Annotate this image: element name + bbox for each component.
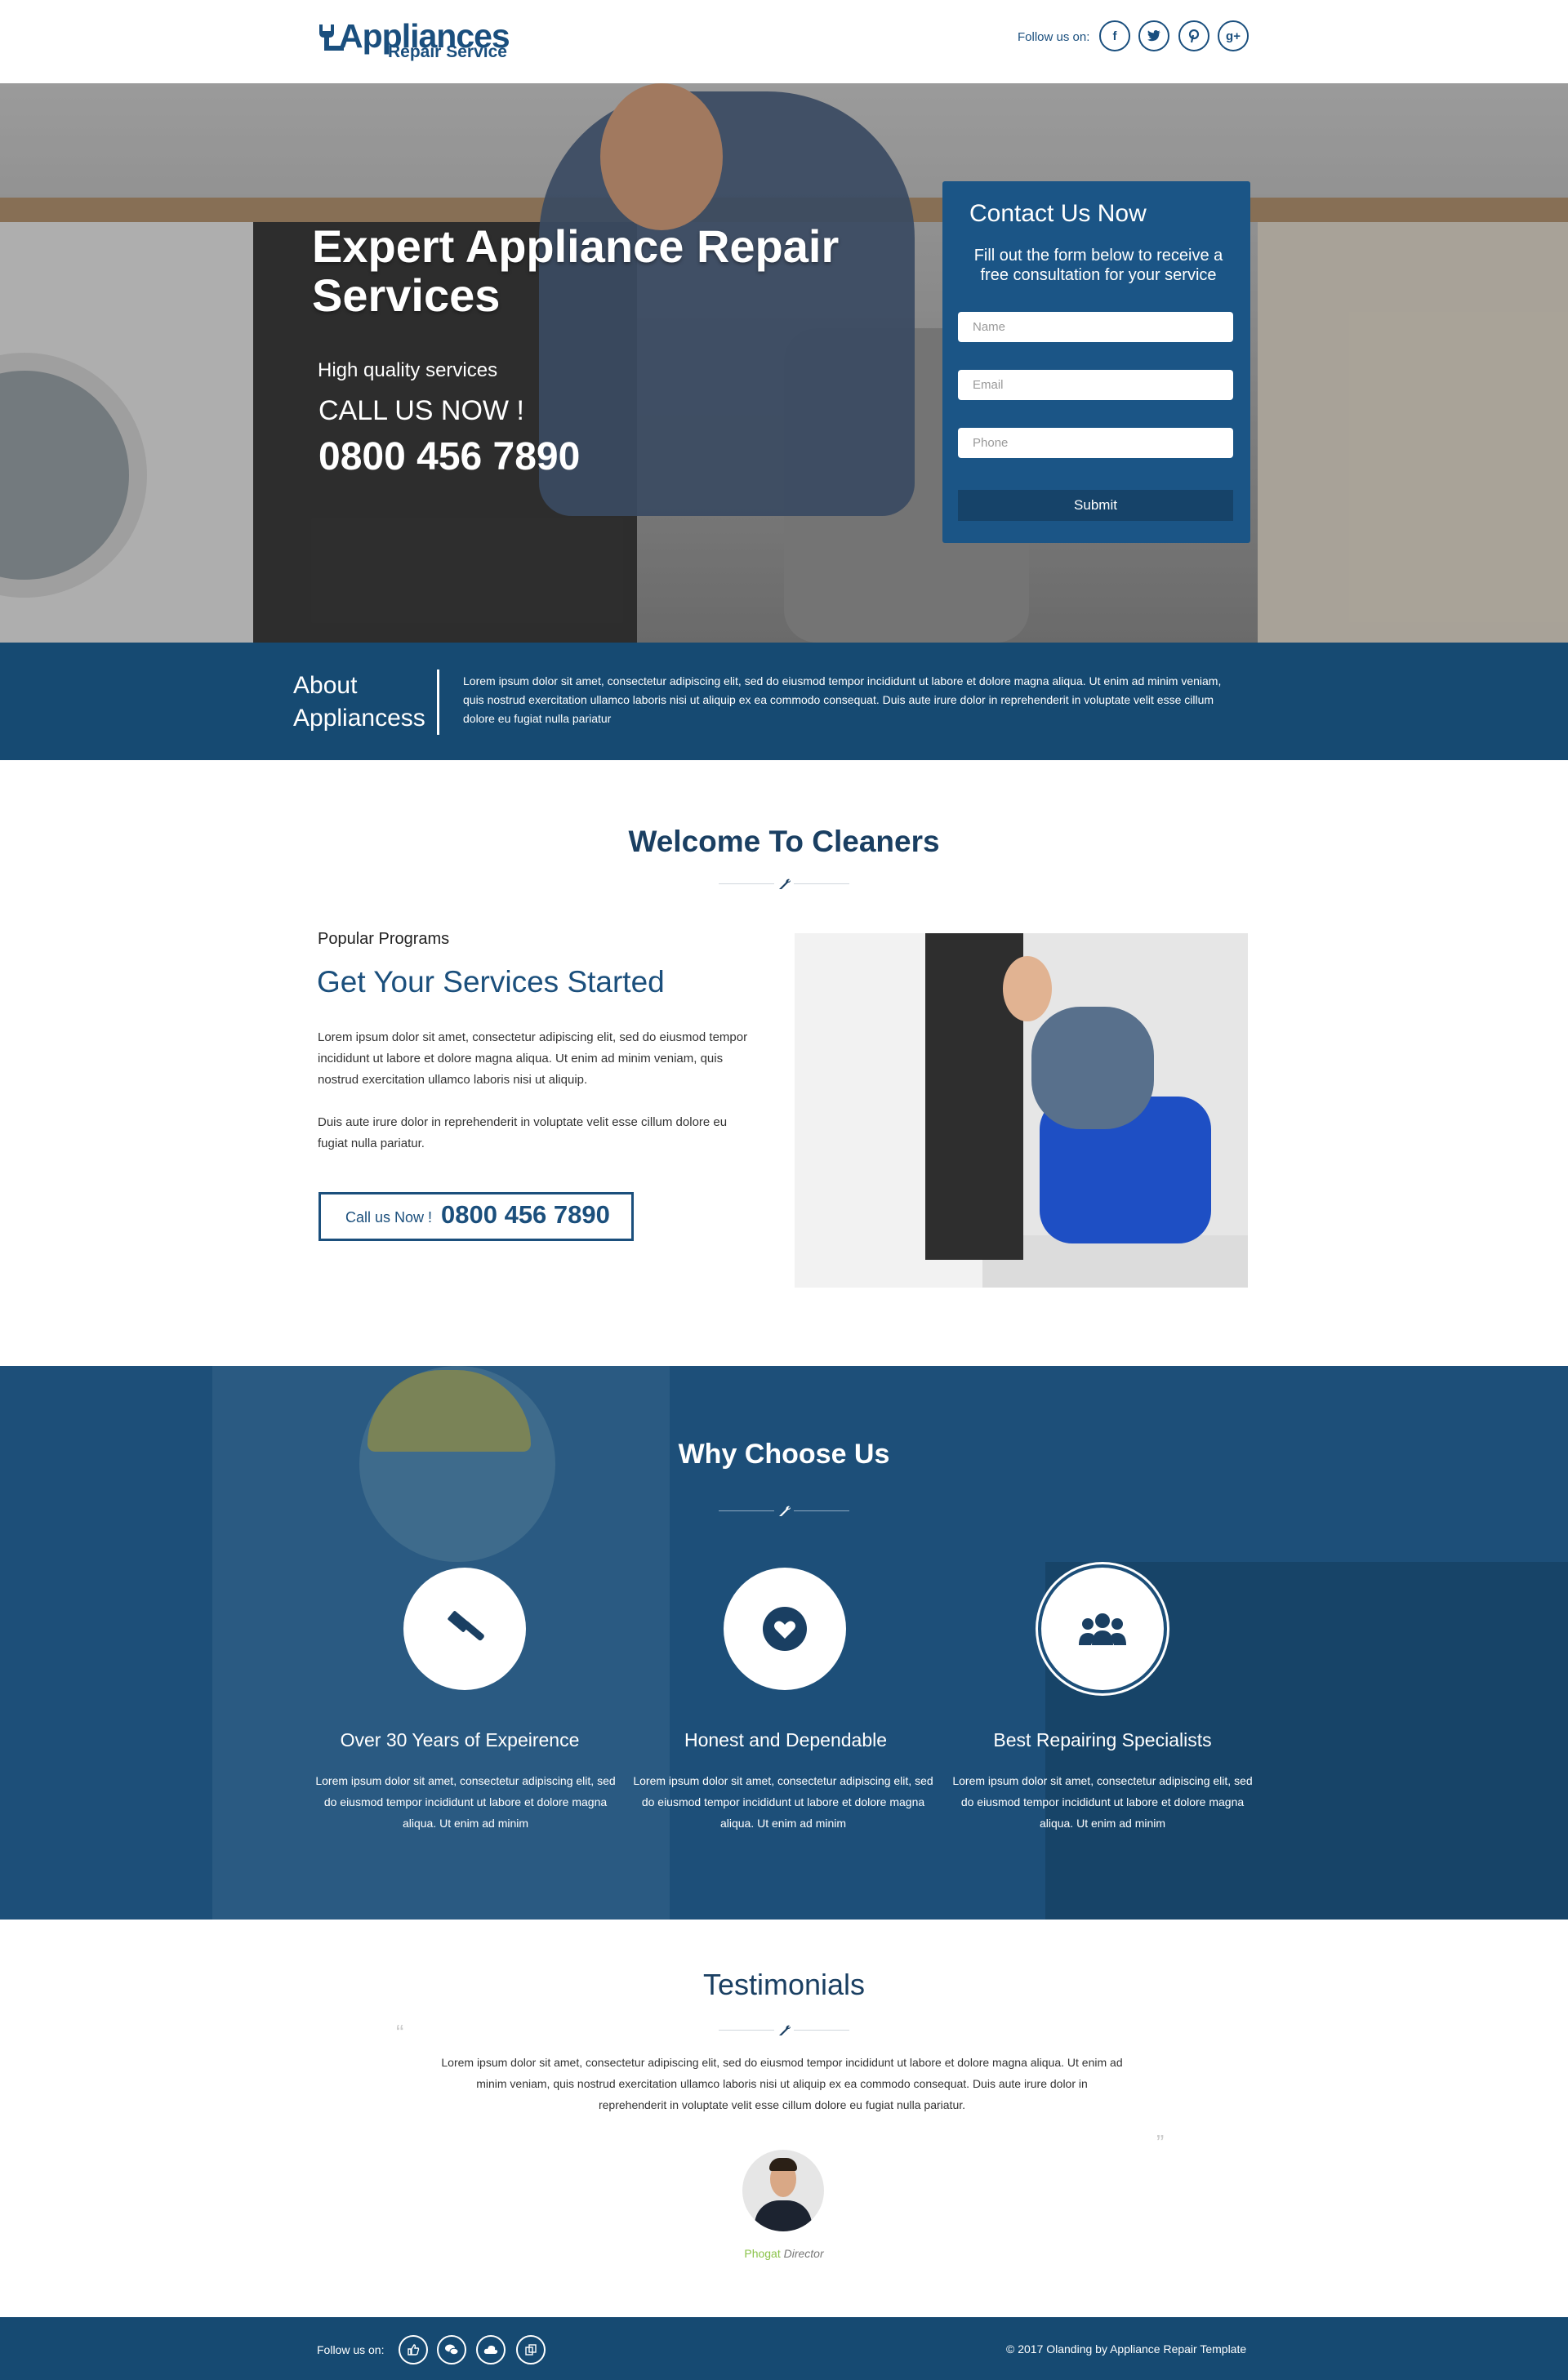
welcome-title: Welcome To Cleaners [628, 825, 940, 858]
why-title: Why Choose Us [678, 1439, 890, 1470]
hero-subtitle: High quality services [318, 359, 498, 381]
logo[interactable]: Appliances Repair Service [314, 18, 510, 67]
about-text: Lorem ipsum dolor sit amet, consectetur … [463, 674, 1222, 725]
heart-icon [763, 1607, 807, 1651]
logo-subtitle: Repair Service [388, 42, 507, 61]
hero-title: Expert Appliance Repair Services [312, 220, 840, 321]
about-title: About Appliancess [293, 672, 425, 732]
hero-phone[interactable]: 0800 456 7890 [318, 434, 580, 479]
why-text-3: Lorem ipsum dolor sit amet, consectetur … [952, 1774, 1253, 1830]
users-icon [1079, 1613, 1126, 1645]
services-heading: Get Your Services Started [317, 965, 665, 999]
welcome-paragraph-1: Lorem ipsum dolor sit amet, consectetur … [318, 1030, 748, 1087]
pinterest-icon[interactable] [1178, 20, 1209, 51]
hero-banner [0, 83, 1568, 643]
why-text-2: Lorem ipsum dolor sit amet, consectetur … [633, 1774, 933, 1830]
chat-icon[interactable] [437, 2335, 466, 2364]
follow-label: Follow us on: [1018, 30, 1090, 44]
testimonials-title: Testimonials [702, 1968, 866, 2001]
about-divider [437, 670, 439, 735]
why-heading-3: Best Repairing Specialists [993, 1729, 1212, 1751]
phone-field[interactable] [958, 428, 1233, 458]
section-ornament [719, 2022, 849, 2039]
wrench-icon [779, 879, 791, 889]
contact-form-description: Fill out the form below to receive a fre… [973, 247, 1223, 284]
testimonial-author: Phogat Director [0, 2247, 1568, 2260]
why-heading-2: Honest and Dependable [684, 1729, 888, 1751]
quote-close-icon: ” [1156, 2130, 1165, 2155]
section-ornament [719, 876, 849, 892]
testimonial-text: Lorem ipsum dolor sit amet, consectetur … [441, 2056, 1123, 2111]
email-field[interactable] [958, 370, 1233, 400]
submit-button[interactable]: Submit [958, 490, 1233, 521]
facebook-icon[interactable]: f [1099, 20, 1130, 51]
author-name: Phogat [744, 2247, 781, 2260]
cloud-icon[interactable] [476, 2335, 506, 2364]
site-header [0, 0, 1568, 83]
google-plus-icon[interactable]: g+ [1218, 20, 1249, 51]
name-field[interactable] [958, 312, 1233, 342]
contact-form [942, 181, 1250, 543]
avatar [742, 2150, 824, 2231]
why-text-1: Lorem ipsum dolor sit amet, consectetur … [315, 1774, 616, 1830]
call-now-phone[interactable]: 0800 456 7890 [441, 1200, 610, 1230]
copy-icon[interactable] [516, 2335, 546, 2364]
contact-form-title: Contact Us Now [969, 200, 1147, 227]
thumbs-up-icon[interactable] [399, 2335, 428, 2364]
footer-follow-label: Follow us on: [317, 2343, 385, 2356]
why-circle-3 [1041, 1568, 1164, 1690]
technician-photo [795, 933, 1248, 1288]
quote-open-icon: “ [396, 2020, 404, 2045]
gavel-icon [448, 1611, 484, 1641]
site-footer [0, 2317, 1568, 2380]
why-circle-2 [724, 1568, 846, 1690]
wrench-icon [779, 1506, 791, 1516]
wrench-icon [779, 2025, 791, 2035]
hero-call-label: CALL US NOW ! [318, 395, 524, 426]
copyright: © 2017 Olanding by Appliance Repair Temp… [1006, 2342, 1247, 2356]
popular-programs-label: Popular Programs [318, 930, 450, 948]
section-ornament [719, 1503, 849, 1519]
why-circle-1 [403, 1568, 526, 1690]
welcome-paragraph-2: Duis aute irure dolor in reprehenderit i… [318, 1115, 728, 1150]
call-now-label: Call us Now ! [345, 1209, 433, 1226]
why-heading-1: Over 30 Years of Expeirence [340, 1729, 580, 1751]
author-role: Director [783, 2247, 824, 2260]
twitter-icon[interactable] [1138, 20, 1169, 51]
